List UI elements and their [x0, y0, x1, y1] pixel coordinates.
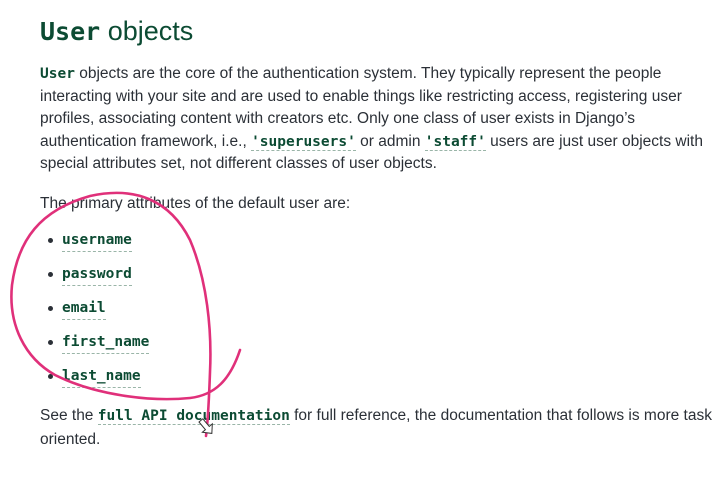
attr-password-link[interactable]: password [62, 263, 132, 286]
see-also-text-1: See the [40, 407, 98, 424]
see-also-paragraph: See the full API documentation for full … [40, 404, 712, 451]
intro-paragraph: User objects are the core of the authent… [40, 63, 712, 176]
intro-text-2: or admin [355, 132, 425, 150]
list-item: last_name [48, 365, 149, 399]
bullet [48, 238, 53, 243]
list-item: password [48, 263, 149, 297]
code-user: User [40, 66, 75, 82]
page-title: User objects [40, 14, 193, 49]
bullet [48, 374, 53, 379]
attr-username-link[interactable]: username [62, 229, 132, 252]
bullet [48, 306, 53, 311]
list-item: email [48, 297, 149, 331]
title-code: User [40, 17, 101, 46]
bullet [48, 340, 53, 345]
attr-last-name-link[interactable]: last_name [62, 365, 141, 388]
title-text: objects [100, 16, 194, 46]
list-item: first_name [48, 331, 150, 365]
code-superusers-link[interactable]: 'superusers' [251, 133, 356, 151]
attr-first-name-link[interactable]: first_name [62, 331, 150, 354]
code-staff-link[interactable]: 'staff' [424, 133, 486, 151]
full-api-doc-link[interactable]: full API documentation [97, 408, 290, 425]
attr-email-link[interactable]: email [62, 297, 106, 320]
primary-attributes-intro: The primary attributes of the default us… [40, 195, 351, 212]
attribute-list: username password email first_name last_… [48, 229, 150, 399]
list-item: username [48, 229, 149, 263]
bullet [48, 272, 53, 277]
